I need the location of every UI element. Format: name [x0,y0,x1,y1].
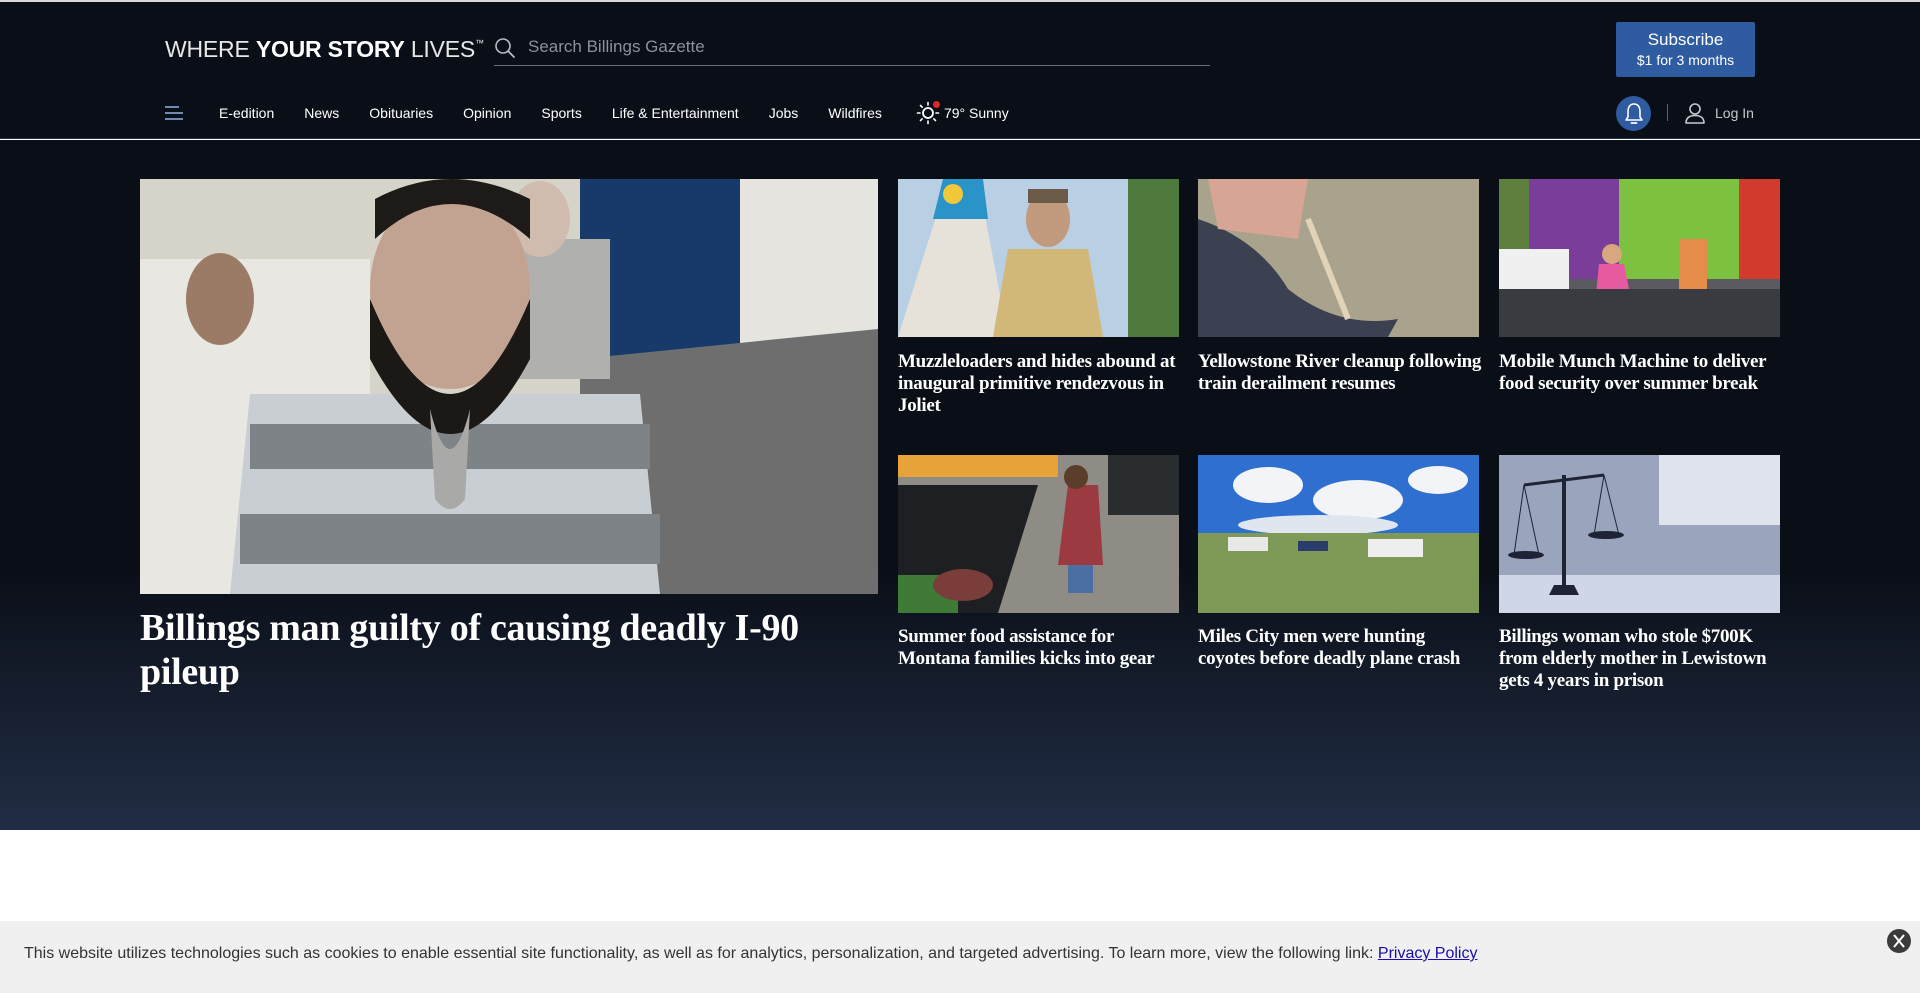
tagline-part1: WHERE [165,36,256,62]
story-image-munch-machine[interactable] [1499,179,1780,337]
menu-icon[interactable] [165,105,185,121]
cookie-message: This website utilizes technologies such … [24,945,1378,962]
story-headline-rendezvous[interactable]: Muzzleloaders and hides abound at inaugu… [898,351,1183,417]
search-bar [494,30,1210,66]
user-icon [1685,103,1705,124]
trademark: ™ [475,38,484,48]
tagline-part3: LIVES [404,36,476,62]
weather-alert-dot [932,101,940,108]
story-image-scales-of-justice[interactable] [1499,455,1780,613]
nav-item-jobs[interactable]: Jobs [769,105,799,121]
login-link[interactable]: Log In [1685,102,1754,124]
weather-text: 79° Sunny [943,105,1009,121]
masthead: WHERE YOUR STORY LIVES™ Subscribe $1 for… [0,2,1920,139]
story-image-miles-city[interactable] [1198,455,1479,613]
lead-story-image[interactable] [140,179,878,594]
story-image-food-assistance[interactable] [898,455,1179,613]
close-icon [1893,934,1905,948]
nav-item-obituaries[interactable]: Obituaries [369,105,433,121]
search-input[interactable] [528,34,1198,60]
subscribe-label: Subscribe [1647,30,1724,49]
nav-item-news[interactable]: News [304,105,339,121]
nav-item-wildfires[interactable]: Wildfires [828,105,882,121]
divider [1667,104,1668,121]
story-headline-yellowstone-cleanup[interactable]: Yellowstone River cleanup following trai… [1198,351,1483,395]
weather-widget[interactable]: 79° Sunny [916,101,1009,125]
nav-item-life-entertainment[interactable]: Life & Entertainment [612,105,739,121]
close-cookie-banner-button[interactable] [1887,929,1911,953]
privacy-policy-link[interactable]: Privacy Policy [1378,945,1478,962]
bell-icon [1624,102,1643,124]
notifications-button[interactable] [1616,96,1651,131]
nav-item-sports[interactable]: Sports [541,105,581,121]
search-icon[interactable] [494,37,516,59]
site-tagline-logo[interactable]: WHERE YOUR STORY LIVES™ [165,36,484,63]
lead-story-headline[interactable]: Billings man guilty of causing deadly I-… [140,606,878,694]
cookie-banner: This website utilizes technologies such … [0,921,1920,993]
login-label: Log In [1715,105,1754,121]
story-headline-munch-machine[interactable]: Mobile Munch Machine to deliver food sec… [1499,351,1784,395]
story-image-rendezvous[interactable] [898,179,1179,337]
subscribe-button[interactable]: Subscribe $1 for 3 months [1616,22,1755,77]
main-nav: E-edition News Obituaries Opinion Sports… [165,100,1009,126]
cookie-text: This website utilizes technologies such … [24,945,1477,963]
subscribe-offer: $1 for 3 months [1636,52,1735,68]
story-image-yellowstone-cleanup[interactable] [1198,179,1479,337]
nav-item-e-edition[interactable]: E-edition [219,105,274,121]
sun-icon [916,101,940,125]
story-headline-scales-of-justice[interactable]: Billings woman who stole $700K from elde… [1499,626,1784,692]
tagline-part2: YOUR STORY [255,36,405,62]
nav-item-opinion[interactable]: Opinion [463,105,511,121]
story-headline-food-assistance[interactable]: Summer food assistance for Montana famil… [898,626,1183,670]
story-headline-miles-city[interactable]: Miles City men were hunting coyotes befo… [1198,626,1483,670]
